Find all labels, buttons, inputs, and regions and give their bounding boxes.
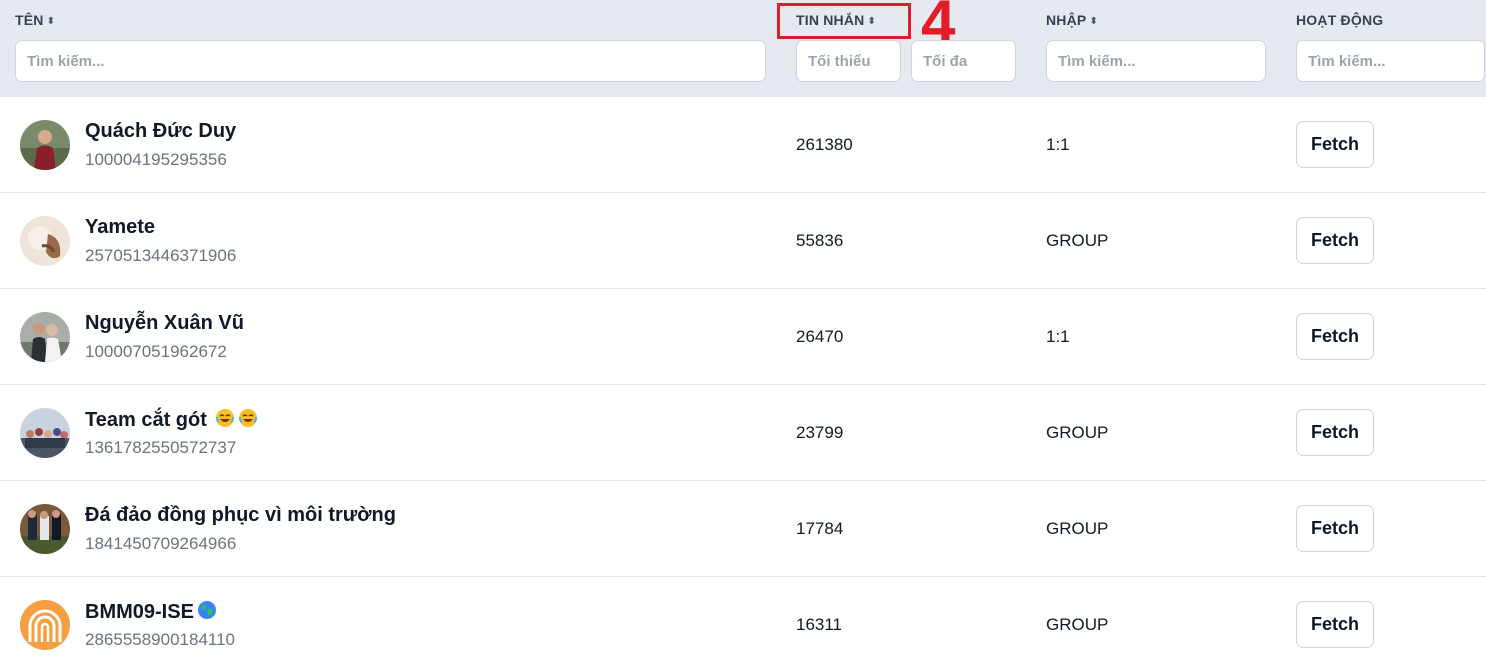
row-messages: 55836 — [796, 231, 844, 250]
column-header-type[interactable]: NHẬP ⬍ — [1046, 12, 1098, 28]
fetch-button[interactable]: Fetch — [1296, 505, 1374, 552]
fetch-button[interactable]: Fetch — [1296, 601, 1374, 648]
table-header: TÊN ⬍ TIN NHẮN ⬍ NHẬP ⬍ HOẠT ĐỘNG 4 — [0, 0, 1486, 97]
row-id: 1841450709264966 — [85, 534, 237, 553]
row-messages: 261380 — [796, 135, 853, 154]
group-photo-icon[interactable] — [20, 504, 70, 554]
column-header-activity: HOẠT ĐỘNG — [1296, 12, 1383, 28]
row-name-text: BMM09-ISE — [85, 601, 194, 623]
fetch-button[interactable]: Fetch — [1296, 217, 1374, 264]
group-photo-icon[interactable] — [20, 408, 70, 458]
rainbow-logo-icon[interactable] — [20, 600, 70, 650]
sort-icon[interactable]: ⬍ — [1089, 16, 1098, 27]
table-row: Quách Đức Duy 100004195295356 261380 1:1… — [0, 97, 1486, 193]
row-messages: 26470 — [796, 327, 844, 346]
row-id: 2865558900184110 — [85, 630, 236, 649]
messages-max-input[interactable] — [911, 40, 1016, 82]
fetch-button[interactable]: Fetch — [1296, 121, 1374, 168]
row-messages: 16311 — [796, 615, 843, 634]
row-type: 1:1 — [1046, 327, 1070, 346]
row-id: 100004195295356 — [85, 150, 227, 169]
row-type: GROUP — [1046, 423, 1109, 442]
row-name: Quách Đức Duy — [85, 120, 237, 142]
laughing-emoji-icon — [215, 408, 235, 428]
table-body: Quách Đức Duy 100004195295356 261380 1:1… — [0, 97, 1486, 666]
table-row: Team cắt gót 1361782550572737 23799 GROU… — [0, 385, 1486, 481]
activity-search-input[interactable] — [1296, 40, 1485, 82]
laughing-emoji-icon — [238, 408, 258, 428]
table-row: Yamete 2570513446371906 55836 GROUP Fetc… — [0, 193, 1486, 289]
person-photo-icon[interactable] — [20, 120, 70, 170]
sort-icon[interactable]: ⬍ — [47, 16, 56, 27]
name-search-input[interactable] — [15, 40, 766, 82]
row-messages: 17784 — [796, 519, 844, 538]
row-name: Đá đảo đồng phục vì môi trường — [85, 504, 396, 526]
type-search-input[interactable] — [1046, 40, 1266, 82]
row-name: Nguyễn Xuân Vũ — [85, 312, 244, 334]
column-header-type-label: NHẬP — [1046, 12, 1087, 28]
table-row: BMM09-ISE 2865558900184110 16311 GROUP F… — [0, 577, 1486, 666]
column-header-activity-label: HOẠT ĐỘNG — [1296, 12, 1384, 28]
table-row: Nguyễn Xuân Vũ 100007051962672 26470 1:1… — [0, 289, 1486, 385]
fetch-button[interactable]: Fetch — [1296, 313, 1374, 360]
row-type: GROUP — [1046, 615, 1109, 634]
row-id: 2570513446371906 — [85, 246, 237, 265]
row-name: Team cắt gót — [85, 408, 258, 432]
globe-emoji-icon — [197, 600, 217, 620]
row-type: GROUP — [1046, 231, 1109, 250]
column-header-name-label: TÊN — [15, 12, 44, 28]
row-id: 100007051962672 — [85, 342, 227, 361]
messages-min-input[interactable] — [796, 40, 901, 82]
row-id: 1361782550572737 — [85, 438, 237, 457]
row-name-text: Team cắt gót — [85, 409, 207, 431]
table-row: Đá đảo đồng phục vì môi trường 184145070… — [0, 481, 1486, 577]
highlight-box — [777, 3, 911, 39]
group-photo-icon[interactable] — [20, 216, 70, 266]
row-messages: 23799 — [796, 423, 844, 442]
row-name: BMM09-ISE — [85, 600, 217, 624]
row-type: GROUP — [1046, 519, 1109, 538]
row-type: 1:1 — [1046, 135, 1070, 154]
fetch-button[interactable]: Fetch — [1296, 409, 1374, 456]
row-name: Yamete — [85, 216, 156, 238]
person-photo-icon[interactable] — [20, 312, 70, 362]
column-header-name[interactable]: TÊN ⬍ — [15, 12, 55, 28]
